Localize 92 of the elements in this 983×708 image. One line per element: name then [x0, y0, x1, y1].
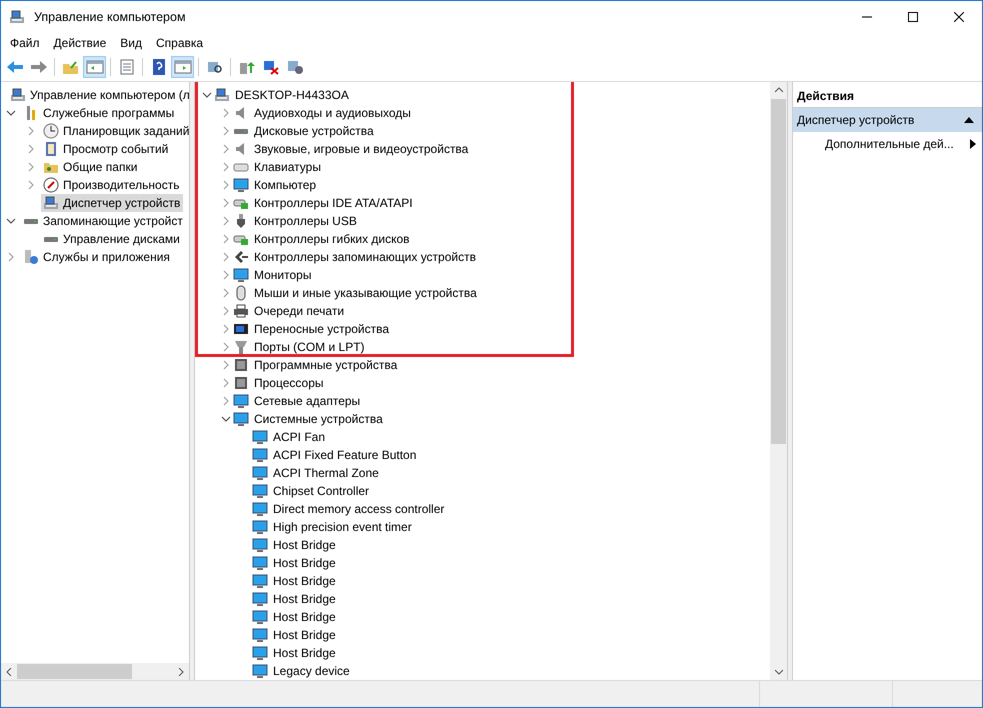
tree-item[interactable]: Аудиовходы и аудиовыходы	[254, 106, 411, 120]
connector-icon	[233, 249, 249, 265]
tree-item[interactable]: Звуковые, игровые и видеоустройства	[254, 142, 468, 156]
tree-item[interactable]: Дисковые устройства	[254, 124, 374, 138]
monitor-icon	[252, 591, 268, 607]
monitor-icon	[252, 573, 268, 589]
monitor-icon	[252, 555, 268, 571]
tree-item[interactable]: Системные устройства	[254, 412, 383, 426]
scroll-up-icon	[774, 86, 782, 94]
monitor-icon	[233, 177, 249, 193]
tree-item[interactable]: Контроллеры гибких дисков	[254, 232, 410, 246]
vertical-scrollbar[interactable]	[770, 82, 787, 680]
computer-icon	[214, 87, 230, 103]
clock-icon	[43, 123, 59, 139]
tree-item[interactable]: Host Bridge	[273, 592, 336, 606]
app-icon	[9, 9, 25, 25]
scroll-right-icon	[177, 668, 185, 676]
gauge-icon	[43, 177, 59, 193]
tree-item[interactable]: Служебные программы	[21, 104, 178, 122]
tree-item[interactable]: Мыши и иные указывающие устройства	[254, 286, 477, 300]
panel-icon[interactable]	[171, 56, 194, 78]
tree-item[interactable]: Переносные устройства	[254, 322, 390, 336]
tree-item[interactable]: Управление дисками	[41, 230, 183, 248]
menu-item[interactable]: Файл	[3, 34, 47, 52]
port-icon	[233, 339, 249, 355]
tree-item[interactable]: Диспетчер устройств	[41, 194, 184, 212]
monitor-icon	[252, 447, 268, 463]
computer-icon	[10, 87, 26, 103]
tree-item[interactable]: Legacy device	[273, 664, 350, 678]
monitor-icon	[252, 537, 268, 553]
window-title: Управление компьютером	[34, 10, 186, 24]
menu-item[interactable]: Вид	[113, 34, 149, 52]
tree-item[interactable]: Запоминающие устройст	[21, 212, 186, 230]
tree-item[interactable]: Контроллеры запоминающих устройств	[254, 250, 476, 264]
tree-item[interactable]: Планировщик заданий	[41, 122, 189, 140]
menu-item[interactable]: Действие	[46, 34, 114, 52]
tree-item[interactable]: Chipset Controller	[273, 484, 370, 498]
monitor-icon	[252, 627, 268, 643]
section-header[interactable]: Диспетчер устройств	[793, 108, 982, 132]
submenu-arrow-icon	[970, 139, 976, 149]
tree-item[interactable]: Host Bridge	[273, 628, 336, 642]
log-icon	[43, 141, 59, 157]
menu-item[interactable]: Справка	[149, 34, 210, 52]
monitor-icon	[233, 393, 249, 409]
tree-item[interactable]: Host Bridge	[273, 556, 336, 570]
tree-item[interactable]: DESKTOP-H4433OA	[235, 88, 349, 102]
close-icon	[954, 12, 964, 22]
monitor-icon	[252, 429, 268, 445]
action-item[interactable]: Дополнительные дей...	[793, 132, 982, 156]
tree-item[interactable]: ACPI Fixed Feature Button	[273, 448, 416, 462]
tree-item[interactable]: Очереди печати	[254, 304, 344, 318]
tree-item[interactable]: Сетевые адаптеры	[254, 394, 360, 408]
horizontal-scrollbar[interactable]	[1, 663, 189, 680]
tree-item[interactable]: Компьютер	[254, 178, 316, 192]
tree-item[interactable]: Порты (COM и LPT)	[254, 340, 365, 354]
scroll-down-icon	[774, 668, 782, 676]
screen-icon	[233, 321, 249, 337]
tree-item[interactable]: Direct memory access controller	[273, 502, 444, 516]
tree-item[interactable]: Службы и приложения	[21, 248, 173, 266]
tree-item[interactable]: Процессоры	[254, 376, 324, 390]
tree-item[interactable]: Контроллеры IDE ATA/ATAPI	[254, 196, 413, 210]
monitor-icon	[233, 267, 249, 283]
computer-icon	[43, 195, 59, 211]
tree-item[interactable]: Host Bridge	[273, 610, 336, 624]
tree-item[interactable]: High precision event timer	[273, 520, 412, 534]
monitor-icon	[252, 465, 268, 481]
maximize-icon	[908, 12, 918, 22]
monitor-icon	[252, 609, 268, 625]
chip-icon	[233, 375, 249, 391]
tree-item[interactable]: Host Bridge	[273, 538, 336, 552]
tree-item[interactable]: Просмотр событий	[41, 140, 172, 158]
tree-item[interactable]: ACPI Thermal Zone	[273, 466, 379, 480]
monitor-icon	[252, 663, 268, 679]
tree-item[interactable]: Мониторы	[254, 268, 312, 282]
monitor-icon	[252, 501, 268, 517]
scroll-left-icon	[5, 668, 13, 676]
tree-item[interactable]: Управление компьютером (л	[8, 86, 189, 104]
tree-item[interactable]: ACPI Fan	[273, 430, 326, 444]
tree-item[interactable]: Контроллеры USB	[254, 214, 357, 228]
monitor-icon	[252, 519, 268, 535]
tree-item[interactable]: Host Bridge	[273, 646, 336, 660]
monitor-icon	[252, 645, 268, 661]
tree-item[interactable]: Host Bridge	[273, 574, 336, 588]
tree-item[interactable]: Производительность	[41, 176, 182, 194]
tree-item[interactable]: Программные устройства	[254, 358, 398, 372]
tree-item[interactable]: Общие папки	[41, 158, 140, 176]
monitor-icon	[233, 411, 249, 427]
tree-item[interactable]: Клавиатуры	[254, 160, 321, 174]
panel-icon[interactable]	[83, 56, 106, 78]
monitor-icon	[252, 483, 268, 499]
chip-icon	[233, 357, 249, 373]
printer-icon	[233, 303, 249, 319]
